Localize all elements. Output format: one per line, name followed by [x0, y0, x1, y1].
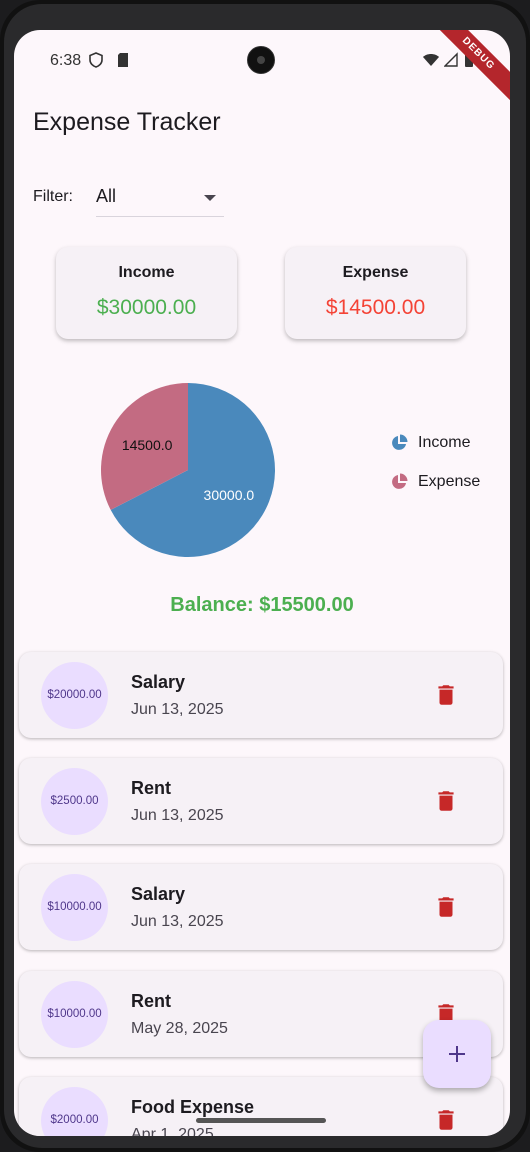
delete-icon[interactable]: [433, 682, 459, 708]
pie-chart-icon: [390, 473, 408, 496]
status-bar: 6:38 DEBUG: [14, 30, 510, 111]
sim-card-icon: [116, 52, 130, 73]
balance-text: Balance: $15500.00: [170, 594, 354, 616]
legend-label-expense: Expense: [418, 473, 481, 490]
filter-label: Filter:: [33, 188, 73, 205]
transaction-date: Jun 13, 2025: [131, 807, 224, 824]
list-item[interactable]: $2500.00 Rent Jun 13, 2025: [19, 758, 503, 844]
expense-summary-title: Expense: [342, 264, 409, 281]
legend-item-income: Income: [390, 432, 510, 454]
transaction-date: May 28, 2025: [131, 1020, 228, 1037]
income-summary-title: Income: [118, 264, 175, 281]
amount-avatar: $2500.00: [41, 768, 108, 835]
front-camera: [247, 46, 275, 74]
signal-icon: [443, 52, 458, 73]
filter-selected-value: All: [96, 186, 117, 206]
pie-chart-icon: [390, 434, 408, 457]
list-item[interactable]: $10000.00 Salary Jun 13, 2025: [19, 864, 503, 950]
delete-icon[interactable]: [433, 894, 459, 920]
transaction-title: Food Expense: [131, 1097, 255, 1117]
home-indicator[interactable]: [196, 1118, 326, 1123]
list-item[interactable]: $20000.00 Salary Jun 13, 2025: [19, 652, 503, 738]
amount-avatar: $10000.00: [41, 981, 108, 1048]
expense-summary-value: $14500.00: [325, 296, 426, 319]
delete-icon[interactable]: [433, 1107, 459, 1133]
transaction-title: Rent: [131, 991, 171, 1011]
expense-summary-card: Expense $14500.00: [285, 247, 466, 339]
status-time: 6:38: [50, 52, 82, 69]
delete-icon[interactable]: [433, 788, 459, 814]
amount-avatar: $2000.00: [41, 1087, 108, 1136]
income-summary-value: $30000.00: [96, 296, 197, 319]
transaction-title: Salary: [131, 884, 186, 904]
wifi-icon: [422, 52, 440, 73]
shield-icon: [88, 52, 104, 73]
pie-label-expense: 14500.0: [122, 437, 173, 453]
amount-avatar: $20000.00: [41, 662, 108, 729]
filter-dropdown[interactable]: All: [96, 180, 224, 217]
transaction-title: Rent: [131, 778, 171, 798]
transaction-date: Jun 13, 2025: [131, 701, 224, 718]
dropdown-arrow-icon: [204, 195, 216, 201]
transaction-date: Jun 13, 2025: [131, 913, 224, 930]
page-title: Expense Tracker: [33, 108, 221, 136]
transaction-date: Apr 1, 2025: [131, 1126, 214, 1136]
legend-item-expense: Expense: [390, 471, 510, 493]
income-summary-card: Income $30000.00: [56, 247, 237, 339]
amount-avatar: $10000.00: [41, 874, 108, 941]
income-expense-pie-chart: 30000.0 14500.0: [100, 383, 275, 557]
app-screen: 6:38 DEBUG Expense Tracker Filter: All I…: [14, 30, 510, 1136]
legend-label-income: Income: [418, 434, 471, 451]
pie-label-income: 30000.0: [204, 487, 255, 503]
add-transaction-button[interactable]: [423, 1020, 491, 1088]
device-frame: 6:38 DEBUG Expense Tracker Filter: All I…: [0, 0, 530, 1152]
transaction-title: Salary: [131, 672, 186, 692]
